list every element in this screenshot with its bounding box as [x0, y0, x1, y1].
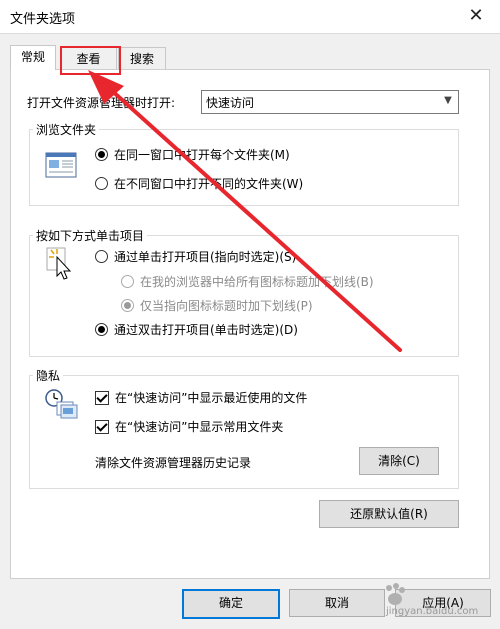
browse-folders-title: 浏览文件夹 — [33, 121, 100, 138]
radio-underline-all[interactable]: 在我的浏览器中给所有图标标题加下划线(B) — [121, 273, 374, 290]
ok-button[interactable]: 确定 — [182, 589, 280, 619]
window-folder-icon — [45, 152, 77, 178]
check-frequent-folders-label: 在“快速访问”中显示常用文件夹 — [115, 420, 284, 434]
radio-underline-all-dot[interactable] — [121, 275, 134, 288]
browse-folders-group — [29, 129, 459, 206]
radio-single-click-label: 通过单击打开项目(指向时选定)(S) — [114, 250, 297, 264]
cancel-button[interactable]: 取消 — [289, 589, 385, 617]
chevron-down-icon: ▼ — [444, 95, 452, 106]
privacy-title: 隐私 — [33, 367, 64, 384]
clear-history-label: 清除文件资源管理器历史记录 — [95, 456, 252, 470]
close-icon[interactable]: ✕ — [463, 4, 489, 28]
open-explorer-label: 打开文件资源管理器时打开: — [27, 96, 176, 110]
radio-same-window-label: 在同一窗口中打开每个文件夹(M) — [114, 148, 290, 162]
radio-underline-all-label: 在我的浏览器中给所有图标标题加下划线(B) — [140, 275, 374, 289]
click-items-title: 按如下方式单击项目 — [33, 227, 148, 244]
pointer-click-icon — [45, 246, 77, 280]
open-explorer-value: 快速访问 — [206, 96, 255, 110]
tab-highlight-box — [60, 46, 121, 75]
radio-new-window-label: 在不同窗口中打开不同的文件夹(W) — [114, 177, 304, 191]
radio-double-click[interactable]: 通过双击打开项目(单击时选定)(D) — [95, 321, 298, 338]
check-frequent-folders-box[interactable] — [95, 419, 109, 434]
check-recent-files[interactable]: 在“快速访问”中显示最近使用的文件 — [95, 389, 307, 406]
tab-general[interactable]: 常规 — [10, 45, 56, 70]
clock-documents-icon — [43, 388, 79, 420]
clear-history-button[interactable]: 清除(C) — [359, 447, 439, 475]
radio-new-window[interactable]: 在不同窗口中打开不同的文件夹(W) — [95, 175, 303, 192]
radio-same-window-dot[interactable] — [95, 148, 108, 161]
check-recent-files-label: 在“快速访问”中显示最近使用的文件 — [115, 391, 308, 405]
tab-search[interactable]: 搜索 — [118, 47, 166, 70]
watermark: jingyan.baidu.com — [380, 580, 492, 620]
radio-same-window[interactable]: 在同一窗口中打开每个文件夹(M) — [95, 146, 290, 163]
general-tab-panel: 打开文件资源管理器时打开: 快速访问 ▼ 浏览文件夹 在同一窗口中打开每个文件夹… — [10, 69, 490, 579]
radio-single-click-dot[interactable] — [95, 250, 108, 263]
window-title: 文件夹选项 — [10, 12, 76, 27]
check-recent-files-box[interactable] — [95, 390, 109, 405]
restore-defaults-button[interactable]: 还原默认值(R) — [319, 500, 459, 528]
radio-double-click-dot[interactable] — [95, 323, 108, 336]
radio-underline-hover-label: 仅当指向图标标题时加下划线(P) — [140, 299, 313, 313]
radio-single-click[interactable]: 通过单击打开项目(指向时选定)(S) — [95, 248, 296, 265]
check-frequent-folders[interactable]: 在“快速访问”中显示常用文件夹 — [95, 418, 283, 435]
radio-underline-hover[interactable]: 仅当指向图标标题时加下划线(P) — [121, 297, 313, 314]
title-bar: 文件夹选项 ✕ — [0, 0, 500, 33]
open-explorer-select[interactable]: 快速访问 ▼ — [201, 90, 459, 114]
watermark-text: jingyan.baidu.com — [386, 606, 479, 617]
radio-new-window-dot[interactable] — [95, 177, 108, 190]
radio-double-click-label: 通过双击打开项目(单击时选定)(D) — [114, 323, 298, 337]
radio-underline-hover-dot[interactable] — [121, 299, 134, 312]
